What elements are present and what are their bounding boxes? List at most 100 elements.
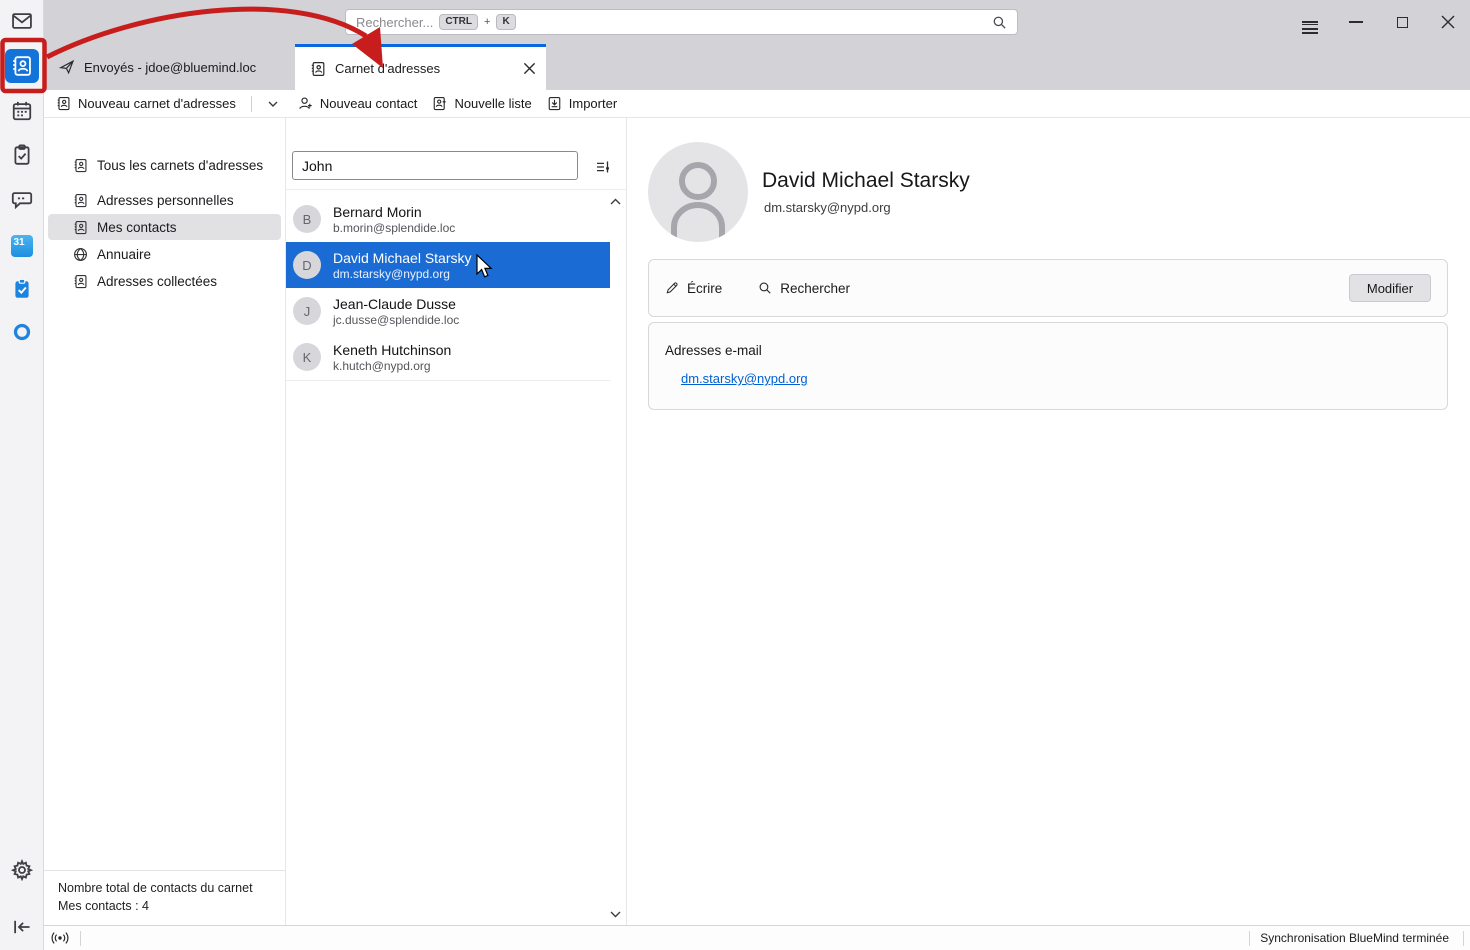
contact-row[interactable]: B Bernard Morin b.morin@splendide.loc [286,196,610,242]
sidebar-item-label: Tous les carnets d'adresses [97,158,263,173]
write-button[interactable]: Écrire [665,281,722,296]
address-book-icon [73,220,88,235]
display-options-icon[interactable] [595,159,611,175]
avatar: J [293,297,321,325]
space-chat-button[interactable] [5,183,39,217]
close-tab-icon[interactable] [523,62,536,75]
maximize-button[interactable] [1389,0,1415,44]
contact-row-selected[interactable]: D David Michael Starsky dm.starsky@nypd.… [286,242,610,288]
chevron-down-icon[interactable] [267,98,279,110]
detail-contact-email: dm.starsky@nypd.org [764,200,891,215]
space-calendar31-addon-button[interactable]: 31 [5,229,39,263]
tab-address-book[interactable]: Carnet d'adresses [295,44,546,90]
new-list-icon [432,96,447,111]
contact-list-pane: B Bernard Morin b.morin@splendide.loc D … [286,118,627,925]
space-sync-addon-button[interactable] [5,315,39,349]
email-section-title: Adresses e-mail [665,343,1431,358]
list-end-divider [286,380,610,381]
avatar: K [293,343,321,371]
address-book-icon [310,61,326,77]
email-address-link[interactable]: dm.starsky@nypd.org [681,371,808,386]
contact-row[interactable]: J Jean-Claude Dusse jc.dusse@splendide.l… [286,288,610,334]
search-contact-label: Rechercher [780,281,850,296]
avatar: B [293,205,321,233]
space-address-book-button[interactable] [5,49,39,83]
contact-name: David Michael Starsky [333,249,472,267]
email-addresses-card: Adresses e-mail dm.starsky@nypd.org [648,322,1448,410]
sidebar-item-all-books[interactable]: Tous les carnets d'adresses [48,152,281,178]
space-tasks-addon-button[interactable] [5,272,39,306]
scroll-up-icon[interactable] [609,197,622,207]
close-icon [1441,15,1455,29]
edit-label: Modifier [1367,281,1413,296]
space-mail-button[interactable] [5,4,39,38]
new-address-book-button[interactable]: Nouveau carnet d'adresses [56,96,236,111]
sidebar-item-collected-addresses[interactable]: Adresses collectées [48,268,281,294]
sync-ring-icon [12,322,32,342]
k-key-badge: K [496,14,515,30]
minimize-button[interactable] [1343,0,1369,44]
new-list-button[interactable]: Nouvelle liste [432,96,531,111]
maximize-icon [1397,17,1408,28]
sidebar-item-directory[interactable]: Annuaire [48,241,281,267]
status-bar: Synchronisation BlueMind terminée [44,925,1470,950]
contact-actions-card: Écrire Rechercher Modifier [648,259,1448,317]
app-menu-button[interactable] [1297,0,1323,44]
import-button[interactable]: Importer [547,96,617,111]
scroll-down-icon[interactable] [609,909,622,919]
sidebar-item-personal-addresses[interactable]: Adresses personnelles [48,187,281,213]
avatar: D [293,251,321,279]
toolbar-divider [251,96,252,112]
contact-rows: B Bernard Morin b.morin@splendide.loc D … [286,190,626,381]
sidebar-item-label: Adresses personnelles [97,193,234,208]
address-books-sidebar: Tous les carnets d'adresses Adresses per… [44,118,286,925]
new-list-label: Nouvelle liste [454,96,531,111]
new-address-book-label: Nouveau carnet d'adresses [78,96,236,111]
tab-label: Envoyés - jdoe@bluemind.loc [84,60,256,75]
new-contact-icon [298,96,313,111]
pencil-icon [665,281,679,295]
statusbar-divider [80,931,81,946]
contact-name: Bernard Morin [333,203,455,221]
import-icon [547,96,562,111]
contact-search-input[interactable] [292,151,578,180]
spaces-toolbar: 31 [0,0,44,950]
send-icon [59,59,75,75]
sync-status-text: Synchronisation BlueMind terminée [1260,931,1453,945]
address-book-icon [11,55,33,77]
collapse-arrow-icon [11,916,33,938]
statusbar-divider [1463,931,1464,946]
sidebar-item-my-contacts[interactable]: Mes contacts [48,214,281,240]
write-label: Écrire [687,281,722,296]
contact-email: jc.dusse@splendide.loc [333,313,459,328]
tasks-addon-icon [11,278,33,300]
settings-button[interactable] [5,853,39,887]
edit-button[interactable]: Modifier [1349,274,1431,302]
statusbar-divider [1249,931,1250,946]
contact-email: k.hutch@nypd.org [333,359,451,374]
address-book-icon [73,274,88,289]
sidebar-item-label: Adresses collectées [97,274,217,289]
global-search-bar[interactable]: Rechercher... CTRL + K [345,9,1018,35]
new-contact-button[interactable]: Nouveau contact [298,96,418,111]
search-contact-button[interactable]: Rechercher [758,281,850,296]
tab-sent-folder[interactable]: Envoyés - jdoe@bluemind.loc [44,44,295,90]
close-window-button[interactable] [1435,0,1461,44]
sidebar-item-label: Mes contacts [97,220,177,235]
collapse-spaces-button[interactable] [5,910,39,944]
calendar-icon [11,100,33,122]
space-tasks-button[interactable] [5,138,39,172]
detail-contact-name: David Michael Starsky [762,169,970,193]
space-calendar-button[interactable] [5,94,39,128]
search-icon [758,281,772,295]
global-search-placeholder: Rechercher... [356,15,433,30]
tasks-icon [11,144,33,166]
contact-detail-pane: David Michael Starsky dm.starsky@nypd.or… [627,118,1470,925]
mail-icon [11,10,33,32]
contact-name: Keneth Hutchinson [333,341,451,359]
contact-row[interactable]: K Keneth Hutchinson k.hutch@nypd.org [286,334,610,380]
title-bar: Rechercher... CTRL + K [44,0,1470,44]
contacts-count-status: Nombre total de contacts du carnet Mes c… [44,870,285,925]
broadcast-status-icon[interactable] [50,931,70,945]
address-book-icon [73,193,88,208]
